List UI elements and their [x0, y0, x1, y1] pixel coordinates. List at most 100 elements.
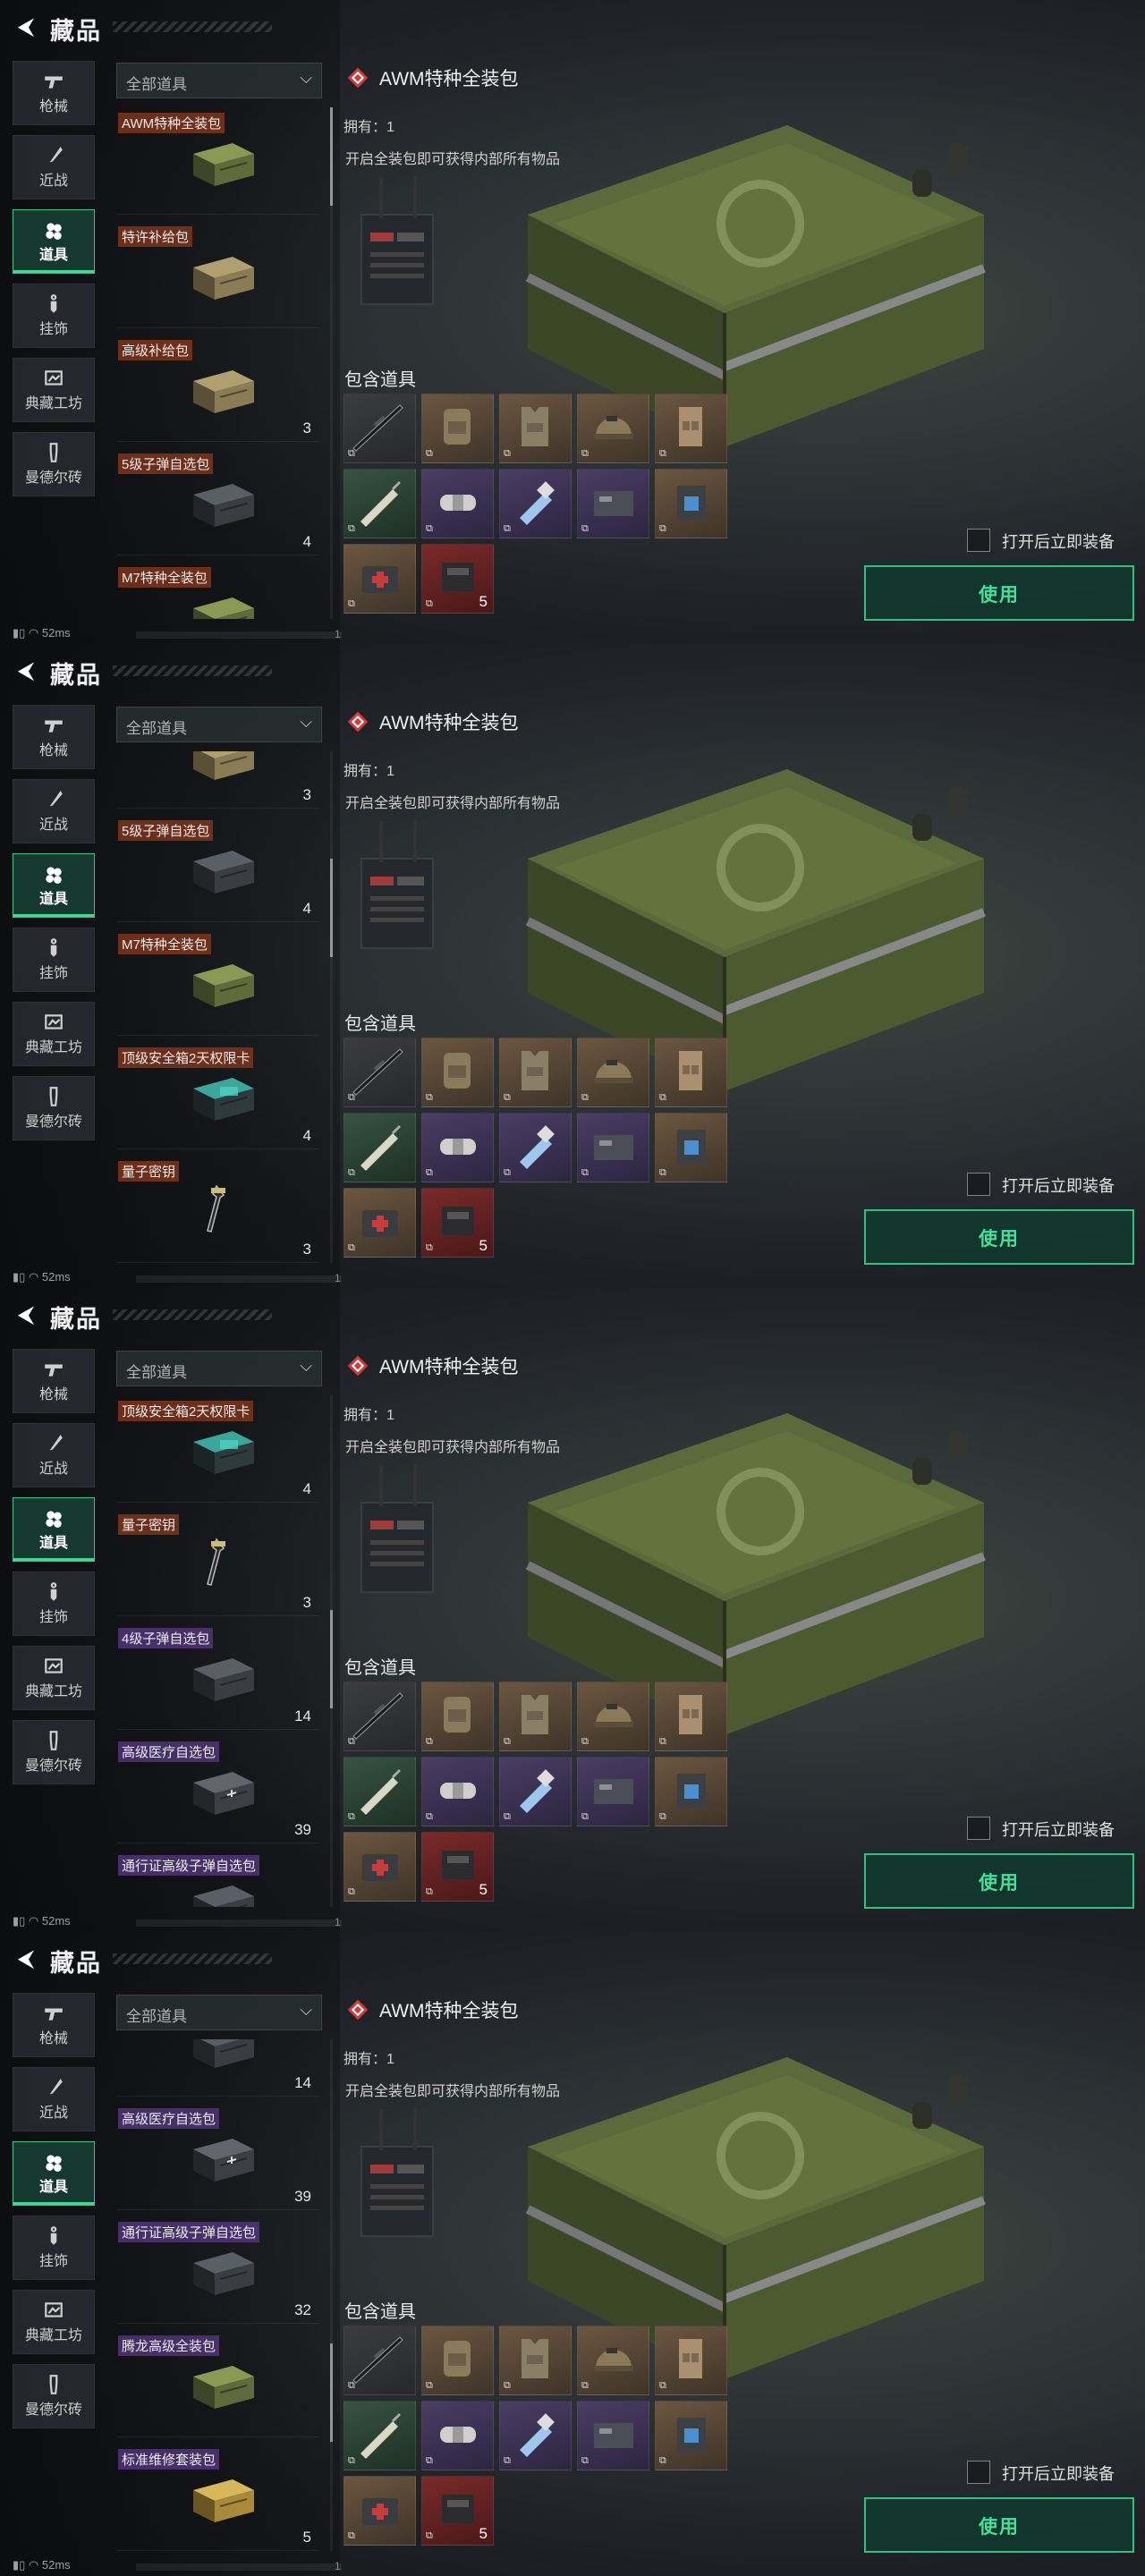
- list-item[interactable]: 标准维修套装包 5: [116, 2444, 318, 2551]
- scrollbar-track[interactable]: [330, 2039, 333, 2551]
- use-button[interactable]: 使用: [864, 1209, 1134, 1265]
- content-item[interactable]: ⧉: [577, 1757, 649, 1826]
- content-item[interactable]: ⧉ 5: [421, 544, 494, 614]
- tab-charm[interactable]: 挂饰: [13, 284, 95, 348]
- content-item[interactable]: ⧉: [655, 1113, 727, 1182]
- filter-dropdown[interactable]: 全部道具 ⌵: [116, 63, 322, 98]
- content-item[interactable]: ⧉: [344, 2326, 416, 2395]
- back-arrow-icon[interactable]: ⮜: [13, 657, 39, 683]
- list-item[interactable]: 腾龙高级全装包: [116, 2330, 318, 2437]
- filter-dropdown[interactable]: 全部道具 ⌵: [116, 707, 322, 742]
- list-item[interactable]: 量子密钥 3: [116, 1156, 318, 1263]
- tab-pistol[interactable]: 枪械: [13, 705, 95, 769]
- content-item[interactable]: ⧉: [344, 1113, 416, 1182]
- content-item[interactable]: ⧉: [655, 394, 727, 463]
- use-button[interactable]: 使用: [864, 2497, 1134, 2553]
- content-item[interactable]: ⧉: [344, 544, 416, 614]
- list-item[interactable]: M7特种全装包: [116, 562, 318, 619]
- equip-checkbox[interactable]: [967, 1173, 990, 1196]
- tab-pistol[interactable]: 枪械: [13, 1993, 95, 2057]
- back-arrow-icon[interactable]: ⮜: [13, 1301, 39, 1327]
- content-item[interactable]: ⧉: [421, 1038, 494, 1107]
- scrollbar-track[interactable]: [330, 751, 333, 1263]
- content-item[interactable]: ⧉: [577, 469, 649, 538]
- scrollbar-thumb[interactable]: [330, 859, 333, 957]
- content-item[interactable]: ⧉: [344, 469, 416, 538]
- content-item[interactable]: ⧉: [344, 2401, 416, 2470]
- tab-charm[interactable]: 挂饰: [13, 928, 95, 992]
- content-item[interactable]: ⧉: [499, 1757, 572, 1826]
- content-item[interactable]: ⧉ 5: [421, 1188, 494, 1258]
- list-item[interactable]: 高级医疗自选包 39: [116, 2103, 318, 2210]
- content-item[interactable]: ⧉ 5: [421, 1832, 494, 1902]
- content-item[interactable]: ⧉: [577, 1682, 649, 1751]
- tab-workshop[interactable]: 典藏工坊: [13, 1002, 95, 1066]
- content-item[interactable]: ⧉: [499, 2326, 572, 2395]
- list-item[interactable]: M7特种全装包: [116, 928, 318, 1036]
- tab-charm[interactable]: 挂饰: [13, 1572, 95, 1636]
- back-arrow-icon[interactable]: ⮜: [13, 13, 39, 39]
- content-item[interactable]: ⧉: [499, 394, 572, 463]
- tab-pistol[interactable]: 枪械: [13, 61, 95, 125]
- tab-knife[interactable]: 近战: [13, 2067, 95, 2131]
- back-arrow-icon[interactable]: ⮜: [13, 1945, 39, 1971]
- tab-items[interactable]: 道具: [13, 209, 95, 274]
- content-item[interactable]: ⧉: [344, 1757, 416, 1826]
- content-item[interactable]: ⧉: [499, 1038, 572, 1107]
- list-item[interactable]: 5级子弹自选包 4: [116, 448, 318, 555]
- tab-items[interactable]: 道具: [13, 1497, 95, 1562]
- scrollbar-thumb[interactable]: [330, 1610, 333, 1708]
- tab-charm[interactable]: 挂饰: [13, 2216, 95, 2280]
- tab-workshop[interactable]: 典藏工坊: [13, 1646, 95, 1710]
- content-item[interactable]: ⧉: [577, 1113, 649, 1182]
- content-item[interactable]: ⧉: [421, 1113, 494, 1182]
- list-item[interactable]: 3: [116, 751, 318, 809]
- list-item[interactable]: 特许补给包: [116, 221, 318, 328]
- tab-brick[interactable]: 曼德尔砖: [13, 2364, 95, 2428]
- filter-dropdown[interactable]: 全部道具 ⌵: [116, 1995, 322, 2030]
- list-item[interactable]: 通行证高级子弹自选包32: [116, 1850, 318, 1907]
- list-item[interactable]: 5级子弹自选包 4: [116, 815, 318, 922]
- content-item[interactable]: ⧉: [499, 469, 572, 538]
- content-item[interactable]: ⧉: [655, 2326, 727, 2395]
- filter-dropdown[interactable]: 全部道具 ⌵: [116, 1351, 322, 1386]
- list-item[interactable]: 量子密钥 3: [116, 1509, 318, 1616]
- content-item[interactable]: ⧉: [421, 469, 494, 538]
- content-item[interactable]: ⧉: [344, 1038, 416, 1107]
- content-item[interactable]: ⧉: [655, 1682, 727, 1751]
- tab-items[interactable]: 道具: [13, 2141, 95, 2206]
- content-item[interactable]: ⧉: [344, 1832, 416, 1902]
- list-item[interactable]: AWM特种全装包: [116, 107, 318, 215]
- tab-items[interactable]: 道具: [13, 853, 95, 918]
- tab-workshop[interactable]: 典藏工坊: [13, 358, 95, 422]
- scrollbar-thumb[interactable]: [330, 2343, 333, 2442]
- content-item[interactable]: ⧉: [344, 394, 416, 463]
- content-item[interactable]: ⧉: [421, 394, 494, 463]
- content-item[interactable]: ⧉: [577, 1038, 649, 1107]
- list-item[interactable]: 14: [116, 2039, 318, 2097]
- content-item[interactable]: ⧉: [421, 1757, 494, 1826]
- content-item[interactable]: ⧉: [344, 2476, 416, 2546]
- content-item[interactable]: ⧉: [344, 1188, 416, 1258]
- content-item[interactable]: ⧉: [344, 1682, 416, 1751]
- use-button[interactable]: 使用: [864, 565, 1134, 621]
- content-item[interactable]: ⧉: [655, 1038, 727, 1107]
- list-item[interactable]: 顶级安全箱2天权限卡 4: [116, 1042, 318, 1149]
- tab-brick[interactable]: 曼德尔砖: [13, 1720, 95, 1784]
- content-item[interactable]: ⧉: [421, 2401, 494, 2470]
- tab-knife[interactable]: 近战: [13, 135, 95, 199]
- content-item[interactable]: ⧉: [499, 1682, 572, 1751]
- content-item[interactable]: ⧉: [421, 2326, 494, 2395]
- tab-knife[interactable]: 近战: [13, 1423, 95, 1487]
- equip-checkbox[interactable]: [967, 2461, 990, 2484]
- equip-checkbox[interactable]: [967, 529, 990, 552]
- content-item[interactable]: ⧉: [421, 1682, 494, 1751]
- equip-checkbox[interactable]: [967, 1817, 990, 1840]
- content-item[interactable]: ⧉: [655, 469, 727, 538]
- use-button[interactable]: 使用: [864, 1853, 1134, 1909]
- list-item[interactable]: 通行证高级子弹自选包32: [116, 2216, 318, 2324]
- content-item[interactable]: ⧉: [655, 2401, 727, 2470]
- content-item[interactable]: ⧉: [499, 2401, 572, 2470]
- scrollbar-thumb[interactable]: [330, 107, 333, 206]
- content-item[interactable]: ⧉ 5: [421, 2476, 494, 2546]
